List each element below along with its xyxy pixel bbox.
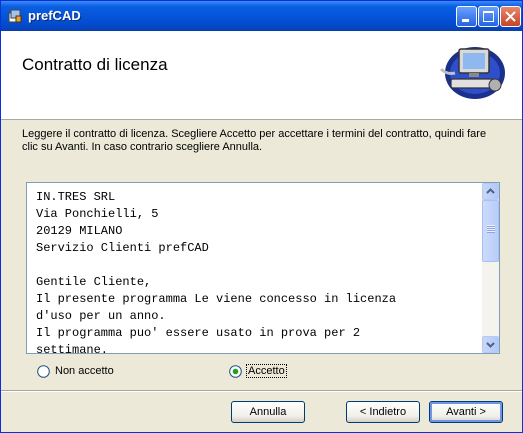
license-text-box[interactable]: IN.TRES SRL Via Ponchielli, 5 20129 MILA…: [26, 182, 500, 354]
page-title: Contratto di licenza: [22, 55, 168, 74]
license-line: Servizio Clienti prefCAD: [36, 241, 209, 255]
decline-label[interactable]: Non accetto: [55, 365, 114, 377]
close-button[interactable]: [500, 6, 521, 27]
instruction-text: Leggere il contratto di licenza. Sceglie…: [22, 128, 487, 153]
accept-option[interactable]: Accetto: [229, 363, 287, 379]
back-button[interactable]: < Indietro: [346, 401, 420, 423]
wizard-header: Contratto di licenza: [1, 31, 522, 120]
next-button[interactable]: Avanti >: [429, 401, 503, 423]
footer-divider: [1, 390, 522, 392]
vertical-scrollbar[interactable]: [482, 183, 499, 353]
license-line: settimane.: [36, 343, 109, 353]
radio-selected-icon[interactable]: [229, 364, 242, 378]
license-line: d'uso per un anno.: [36, 309, 166, 323]
scroll-down-button[interactable]: [482, 336, 499, 353]
license-line: Via Ponchielli, 5: [36, 207, 159, 221]
license-line: Il presente programma Le viene concesso …: [36, 292, 397, 306]
license-line: IN.TRES SRL: [36, 190, 116, 204]
minimize-button[interactable]: [456, 6, 477, 27]
chevron-up-icon: [486, 188, 495, 194]
maximize-button[interactable]: [478, 6, 499, 27]
cancel-button[interactable]: Annulla: [231, 401, 305, 423]
scrollbar-thumb[interactable]: [482, 200, 499, 262]
scroll-up-button[interactable]: [482, 183, 499, 200]
radio-unselected-icon[interactable]: [37, 364, 50, 378]
close-icon: [505, 11, 516, 22]
license-text: IN.TRES SRL Via Ponchielli, 5 20129 MILA…: [36, 189, 476, 353]
license-line: [36, 257, 476, 274]
title-bar[interactable]: prefCAD: [1, 1, 522, 31]
installer-app-icon: [8, 9, 22, 23]
window-title: prefCAD: [28, 8, 81, 23]
license-line: 20129 MILANO: [36, 224, 123, 238]
computer-setup-icon: [439, 47, 505, 99]
accept-label[interactable]: Accetto: [246, 364, 287, 378]
chevron-down-icon: [486, 342, 495, 348]
decline-option[interactable]: Non accetto: [37, 363, 114, 379]
license-line: Gentile Cliente,: [36, 275, 152, 289]
license-line: Il programma puo' essere usato in prova …: [36, 326, 361, 340]
installer-window: prefCAD Contratto di licenza Leggere il …: [0, 0, 523, 433]
maximize-icon: [483, 11, 494, 22]
grip-icon: [487, 225, 495, 233]
minimize-icon: [462, 19, 469, 22]
